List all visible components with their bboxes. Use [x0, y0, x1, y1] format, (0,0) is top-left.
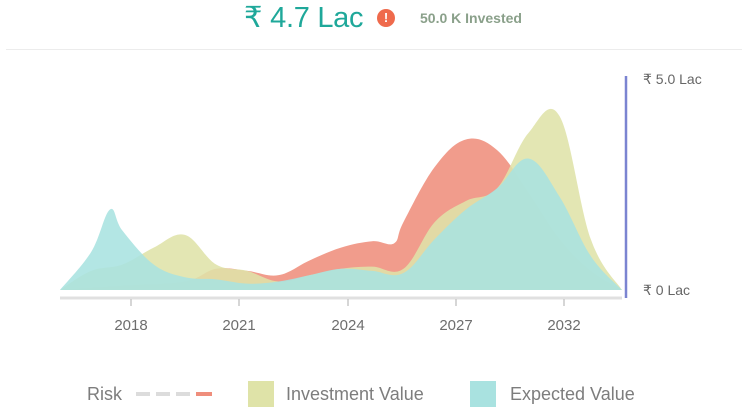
legend-expected-swatch — [470, 381, 496, 407]
risk-dash-2 — [156, 392, 170, 396]
series-area-expected-value — [60, 158, 622, 290]
y-tick-label: ₹ 5.0 Lac — [643, 71, 702, 87]
x-tick-label: 2027 — [439, 317, 472, 334]
projection-chart: 2018 2021 2024 2027 2032 ₹ 5.0 Lac ₹ 0 Lac — [60, 71, 702, 334]
x-tick-label: 2018 — [114, 317, 147, 334]
x-tick-label: 2021 — [222, 317, 255, 334]
x-tick-label: 2032 — [547, 317, 580, 334]
x-tick-label: 2024 — [331, 317, 364, 334]
risk-dash-1 — [136, 392, 150, 396]
y-tick-label: ₹ 0 Lac — [643, 282, 690, 298]
legend-risk-label: Risk — [87, 384, 122, 404]
risk-dash-3 — [176, 392, 190, 396]
legend-investment-label: Investment Value — [286, 384, 424, 404]
legend-expected-label: Expected Value — [510, 384, 635, 404]
risk-dash-4 — [196, 392, 212, 396]
legend-investment-swatch — [248, 381, 274, 407]
